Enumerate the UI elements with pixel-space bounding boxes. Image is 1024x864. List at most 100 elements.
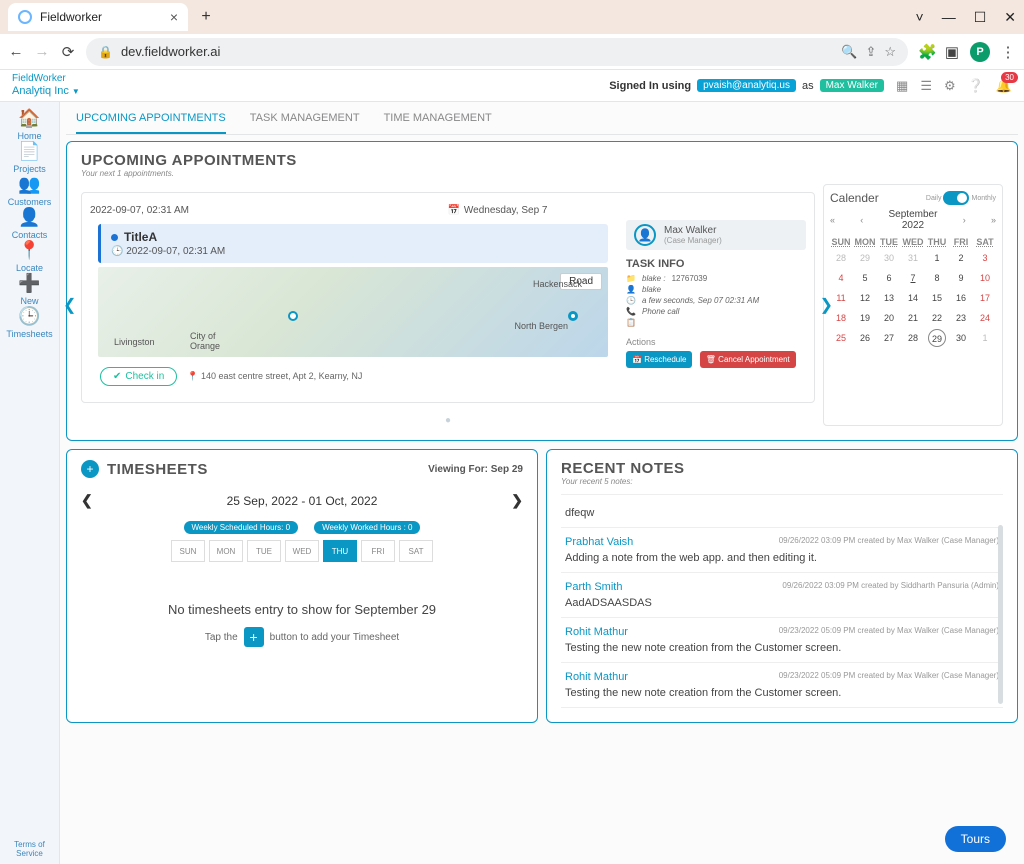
calendar-day-cell[interactable]: 19: [854, 309, 876, 327]
forward-button[interactable]: →: [34, 43, 50, 60]
calendar-day-cell[interactable]: 24: [974, 309, 996, 327]
calendar-day-cell[interactable]: 26: [854, 329, 876, 347]
add-timesheet-button[interactable]: +: [244, 627, 264, 647]
calendar-day-cell[interactable]: 18: [830, 309, 852, 327]
close-window-icon[interactable]: ✕: [1004, 9, 1016, 26]
calendar-day-cell[interactable]: 28: [902, 329, 924, 347]
calendar-day-cell[interactable]: 11: [830, 289, 852, 307]
day-button-tue[interactable]: TUE: [247, 540, 281, 562]
week-prev-button[interactable]: ❮: [81, 492, 93, 509]
email-chip[interactable]: pvaish@analytiq.us: [697, 79, 796, 92]
checkin-button[interactable]: ✔ Check in: [100, 367, 177, 386]
back-button[interactable]: ←: [8, 43, 24, 60]
org-selector[interactable]: Analytiq Inc▼: [12, 85, 80, 98]
calendar-day-cell[interactable]: 7: [902, 269, 924, 287]
sidebar-item-locate[interactable]: 📍Locate: [6, 240, 52, 273]
reload-button[interactable]: ⟳: [60, 43, 76, 61]
note-item[interactable]: Prabhat Vaish09/26/2022 03:09 PM created…: [561, 528, 1003, 573]
calendar-day-cell[interactable]: 3: [974, 249, 996, 267]
calendar-view-toggle[interactable]: [943, 191, 969, 205]
share-icon[interactable]: ⇪: [865, 44, 876, 60]
calendar-day-cell[interactable]: 1: [926, 249, 948, 267]
grid-view-icon[interactable]: ▦: [896, 78, 908, 94]
calendar-day-cell[interactable]: 17: [974, 289, 996, 307]
gear-icon[interactable]: ⚙: [944, 78, 956, 94]
calendar-day-cell[interactable]: 31: [902, 249, 924, 267]
close-tab-icon[interactable]: ×: [170, 9, 178, 25]
day-button-thu[interactable]: THU: [323, 540, 357, 562]
day-button-sat[interactable]: SAT: [399, 540, 433, 562]
day-button-wed[interactable]: WED: [285, 540, 319, 562]
calendar-day-cell[interactable]: 29: [854, 249, 876, 267]
user-chip[interactable]: Max Walker: [820, 79, 884, 92]
calendar-day-cell[interactable]: 16: [950, 289, 972, 307]
calendar-day-cell[interactable]: 6: [878, 269, 900, 287]
calendar-prev-button[interactable]: ‹: [860, 215, 863, 225]
day-button-sun[interactable]: SUN: [171, 540, 205, 562]
tours-button[interactable]: Tours: [945, 826, 1006, 852]
maximize-icon[interactable]: ☐: [974, 9, 987, 26]
note-item[interactable]: Parth Smith09/26/2022 03:09 PM created b…: [561, 573, 1003, 618]
calendar-day-cell[interactable]: 21: [902, 309, 924, 327]
terms-of-service-link[interactable]: Terms of Service: [0, 834, 59, 864]
new-tab-button[interactable]: +: [196, 7, 216, 27]
calendar-first-button[interactable]: «: [830, 215, 835, 225]
zoom-icon[interactable]: 🔍: [841, 44, 857, 60]
day-button-fri[interactable]: FRI: [361, 540, 395, 562]
address-bar[interactable]: 🔒 dev.fieldworker.ai 🔍 ⇪ ☆: [86, 38, 908, 66]
calendar-day-cell[interactable]: 2: [950, 249, 972, 267]
week-next-button[interactable]: ❯: [511, 492, 523, 509]
sidebar-item-projects[interactable]: 📄Projects: [6, 141, 52, 174]
panel-icon[interactable]: ▣: [944, 43, 960, 61]
calendar-last-button[interactable]: »: [991, 215, 996, 225]
scrollbar[interactable]: [998, 525, 1003, 704]
help-icon[interactable]: ❔: [968, 78, 984, 94]
calendar-day-cell[interactable]: 12: [854, 289, 876, 307]
carousel-next-button[interactable]: ❯: [820, 295, 833, 315]
sidebar-item-home[interactable]: 🏠Home: [6, 108, 52, 141]
calendar-day-cell[interactable]: 22: [926, 309, 948, 327]
browser-tab[interactable]: Fieldworker ×: [8, 3, 188, 31]
calendar-day-cell[interactable]: 9: [950, 269, 972, 287]
sidebar-item-timesheets[interactable]: 🕒Timesheets: [6, 306, 52, 339]
calendar-day-cell[interactable]: 8: [926, 269, 948, 287]
bell-icon[interactable]: 🔔30: [996, 78, 1012, 94]
day-button-mon[interactable]: MON: [209, 540, 243, 562]
carousel-prev-button[interactable]: ❮: [63, 295, 76, 315]
extensions-icon[interactable]: 🧩: [918, 43, 934, 61]
calendar-day-cell[interactable]: 13: [878, 289, 900, 307]
cancel-appointment-button[interactable]: 🗑 Cancel Appointment: [700, 351, 796, 368]
tab-upcoming-appointments[interactable]: UPCOMING APPOINTMENTS: [76, 112, 226, 134]
map-preview[interactable]: Road Livingston City ofOrange North Berg…: [98, 267, 608, 357]
calendar-day-cell[interactable]: 29: [928, 329, 946, 347]
tab-task-management[interactable]: TASK MANAGEMENT: [250, 112, 360, 134]
calendar-day-cell[interactable]: 28: [830, 249, 852, 267]
reschedule-button[interactable]: 📅 Reschedule: [626, 351, 692, 368]
tab-time-management[interactable]: TIME MANAGEMENT: [384, 112, 492, 134]
note-item[interactable]: dfeqw: [561, 495, 1003, 528]
sidebar-item-customers[interactable]: 👥Customers: [6, 174, 52, 207]
event-block[interactable]: TitleA 🕒 2022-09-07, 02:31 AM: [98, 224, 608, 263]
star-icon[interactable]: ☆: [884, 44, 896, 60]
calendar-day-cell[interactable]: 14: [902, 289, 924, 307]
calendar-day-cell[interactable]: 1: [974, 329, 996, 347]
calendar-day-cell[interactable]: 4: [830, 269, 852, 287]
calendar-day-cell[interactable]: 30: [950, 329, 972, 347]
kebab-menu-icon[interactable]: ⋮: [1000, 43, 1016, 61]
calendar-day-cell[interactable]: 30: [878, 249, 900, 267]
calendar-day-cell[interactable]: 5: [854, 269, 876, 287]
sidebar-item-new[interactable]: ➕New: [6, 273, 52, 306]
notes-list[interactable]: dfeqwPrabhat Vaish09/26/2022 03:09 PM cr…: [561, 494, 1003, 708]
note-item[interactable]: Rohit Mathur09/23/2022 05:09 PM created …: [561, 663, 1003, 708]
calendar-day-cell[interactable]: 10: [974, 269, 996, 287]
calendar-next-button[interactable]: ›: [963, 215, 966, 225]
calendar-day-cell[interactable]: 20: [878, 309, 900, 327]
calendar-day-cell[interactable]: 15: [926, 289, 948, 307]
list-view-icon[interactable]: ☰: [920, 78, 932, 94]
window-dropdown-icon[interactable]: ˅: [916, 9, 924, 25]
calendar-day-cell[interactable]: 23: [950, 309, 972, 327]
profile-avatar[interactable]: P: [970, 42, 990, 62]
calendar-day-cell[interactable]: 25: [830, 329, 852, 347]
minimize-icon[interactable]: —: [942, 9, 956, 25]
note-item[interactable]: Rohit Mathur09/23/2022 05:09 PM created …: [561, 618, 1003, 663]
